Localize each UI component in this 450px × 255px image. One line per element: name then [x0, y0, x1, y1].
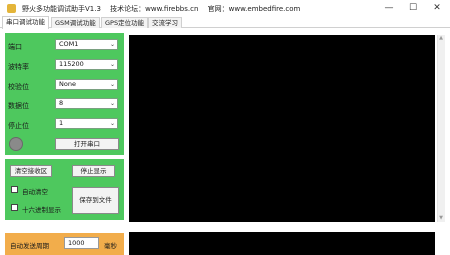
baud-value: 115200	[59, 60, 84, 68]
send-period-unit: 毫秒	[104, 242, 117, 250]
close-button[interactable]: ✕	[425, 0, 449, 15]
chevron-down-icon: ⌄	[109, 41, 115, 48]
port-status-indicator	[9, 137, 23, 151]
scroll-up-icon[interactable]: ▲	[437, 35, 445, 42]
stopbits-label: 停止位	[8, 122, 29, 130]
title-bar: 野火多功能调试助手V1.3 技术论坛：www.firebbs.cn 官网：www…	[0, 0, 450, 17]
stopbits-select[interactable]: 1 ⌄	[55, 118, 118, 129]
auto-send-label: 自动发送周期	[10, 242, 49, 250]
port-label: 端口	[8, 43, 22, 51]
auto-clear-checkbox[interactable]	[11, 186, 18, 193]
app-title: 野火多功能调试助手V1.3	[22, 5, 101, 13]
site-link[interactable]: 官网：www.embedfire.com	[208, 5, 301, 13]
databits-select[interactable]: 8 ⌄	[55, 98, 118, 109]
tab-community[interactable]: 交流学习	[148, 17, 182, 28]
open-port-button[interactable]: 打开串口	[55, 138, 119, 150]
port-value: COM1	[59, 40, 79, 48]
tab-gps-location[interactable]: GPS定位功能	[101, 17, 149, 28]
clear-receive-button[interactable]: 清空接收区	[10, 165, 52, 177]
chevron-down-icon: ⌄	[109, 100, 115, 107]
minimize-button[interactable]: —	[377, 0, 401, 15]
window-title: 野火多功能调试助手V1.3 技术论坛：www.firebbs.cn 官网：www…	[22, 4, 307, 14]
hex-display-checkbox[interactable]	[11, 204, 18, 211]
serial-settings-panel	[5, 33, 124, 155]
chevron-down-icon: ⌄	[109, 120, 115, 127]
parity-select[interactable]: None ⌄	[55, 79, 118, 90]
stopbits-value: 1	[59, 119, 64, 127]
baud-select[interactable]: 115200 ⌄	[55, 59, 118, 70]
send-input-area[interactable]	[129, 232, 435, 255]
parity-value: None	[59, 80, 76, 88]
tab-serial-debug[interactable]: 串口调试功能	[2, 16, 49, 29]
databits-value: 8	[59, 99, 64, 107]
tab-gsm-debug[interactable]: GSM调试功能	[51, 17, 100, 28]
port-select[interactable]: COM1 ⌄	[55, 39, 118, 50]
baud-label: 波特率	[8, 63, 29, 71]
stop-display-button[interactable]: 停止显示	[72, 165, 115, 177]
tab-strip: 串口调试功能 GSM调试功能 GPS定位功能 交流学习	[0, 16, 450, 29]
app-icon	[7, 4, 16, 13]
receive-scrollbar[interactable]	[437, 35, 445, 222]
chevron-down-icon: ⌄	[109, 81, 115, 88]
send-period-input[interactable]: 1000	[64, 237, 99, 249]
parity-label: 校验位	[8, 83, 29, 91]
forum-link[interactable]: 技术论坛：www.firebbs.cn	[110, 5, 198, 13]
chevron-down-icon: ⌄	[109, 61, 115, 68]
maximize-button[interactable]: ☐	[401, 0, 425, 15]
scroll-down-icon[interactable]: ▼	[437, 215, 445, 222]
save-to-file-button[interactable]: 保存到文件	[72, 187, 119, 214]
receive-display-area[interactable]	[129, 35, 435, 222]
auto-clear-label: 自动清空	[22, 188, 48, 196]
hex-display-label: 十六进制显示	[22, 206, 61, 214]
databits-label: 数据位	[8, 102, 29, 110]
